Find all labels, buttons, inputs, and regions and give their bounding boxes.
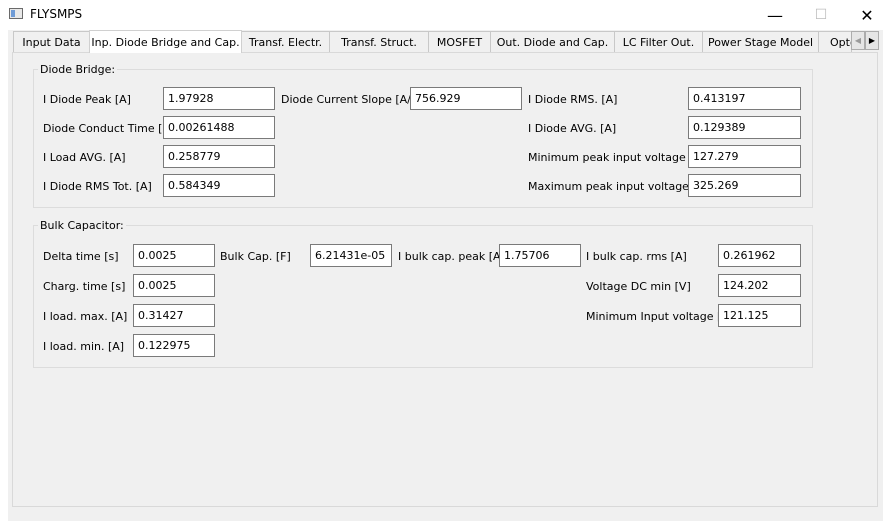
i-diode-rms-tot-field[interactable] bbox=[163, 174, 275, 197]
i-load-avg-label: I Load AVG. [A] bbox=[43, 151, 126, 164]
i-diode-avg-field[interactable] bbox=[688, 116, 801, 139]
max-peak-input-voltage-field[interactable] bbox=[688, 174, 801, 197]
tab-input-data[interactable]: Input Data bbox=[13, 31, 90, 52]
i-bulk-cap-rms-label: I bulk cap. rms [A] bbox=[586, 250, 687, 263]
tab-opto[interactable]: Opto bbox=[818, 31, 852, 52]
min-peak-input-voltage-field[interactable] bbox=[688, 145, 801, 168]
i-load-max-label: I load. max. [A] bbox=[43, 310, 128, 323]
charg-time-label: Charg. time [s] bbox=[43, 280, 126, 293]
i-load-max-field[interactable] bbox=[133, 304, 215, 327]
tab-transf-struct[interactable]: Transf. Struct. bbox=[329, 31, 429, 52]
tab-power-stage-model[interactable]: Power Stage Model bbox=[702, 31, 819, 52]
app-icon bbox=[9, 8, 23, 19]
bulk-capacitor-title: Bulk Capacitor: bbox=[38, 219, 126, 232]
diode-bridge-title: Diode Bridge: bbox=[38, 63, 118, 76]
min-peak-input-voltage-label: Minimum peak input voltage [V] bbox=[528, 151, 706, 164]
tab-inp-diode-bridge-and-cap[interactable]: Inp. Diode Bridge and Cap. bbox=[89, 30, 242, 53]
minimize-button[interactable]: — bbox=[752, 0, 798, 30]
i-diode-peak-field[interactable] bbox=[163, 87, 275, 110]
i-bulk-cap-rms-field[interactable] bbox=[718, 244, 801, 267]
min-input-voltage-label: Minimum Input voltage [V] bbox=[586, 310, 734, 323]
max-peak-input-voltage-label: Maximum peak input voltage [V] bbox=[528, 180, 709, 193]
tab-transf-electr[interactable]: Transf. Electr. bbox=[241, 31, 330, 52]
tab-scroll-right-button[interactable]: ▶ bbox=[865, 31, 879, 50]
chevron-left-icon: ◀ bbox=[854, 36, 862, 45]
tab-label: Transf. Struct. bbox=[341, 35, 417, 49]
voltage-dc-min-field[interactable] bbox=[718, 274, 801, 297]
i-bulk-cap-peak-field[interactable] bbox=[499, 244, 581, 267]
tab-label: Input Data bbox=[22, 35, 81, 49]
tab-label: Opto bbox=[830, 35, 851, 49]
i-load-min-label: I load. min. [A] bbox=[43, 340, 125, 353]
tab-label: Out. Diode and Cap. bbox=[496, 35, 609, 49]
tab-lc-filter-out[interactable]: LC Filter Out. bbox=[614, 31, 703, 52]
diode-current-slope-label: Diode Current Slope [A/s] bbox=[281, 93, 421, 106]
close-button[interactable]: ✕ bbox=[844, 0, 890, 30]
delta-time-field[interactable] bbox=[133, 244, 215, 267]
i-load-avg-field[interactable] bbox=[163, 145, 275, 168]
tab-label: MOSFET bbox=[436, 35, 483, 49]
tab-label: Transf. Electr. bbox=[248, 35, 323, 49]
voltage-dc-min-label: Voltage DC min [V] bbox=[586, 280, 691, 293]
charg-time-field[interactable] bbox=[133, 274, 215, 297]
tab-scroll-left-button[interactable]: ◀ bbox=[851, 31, 865, 50]
bulk-cap-label: Bulk Cap. [F] bbox=[220, 250, 291, 263]
i-diode-avg-label: I Diode AVG. [A] bbox=[528, 122, 617, 135]
i-diode-rms-field[interactable] bbox=[688, 87, 801, 110]
window-title: FLYSMPS bbox=[30, 7, 83, 21]
maximize-icon: ☐ bbox=[814, 7, 828, 23]
maximize-button[interactable]: ☐ bbox=[798, 0, 844, 30]
i-bulk-cap-peak-label: I bulk cap. peak [A] bbox=[398, 250, 505, 263]
i-load-min-field[interactable] bbox=[133, 334, 215, 357]
window-bottom-edge bbox=[8, 515, 883, 521]
tab-mosfet[interactable]: MOSFET bbox=[428, 31, 491, 52]
tab-label: Power Stage Model bbox=[707, 35, 814, 49]
min-input-voltage-field[interactable] bbox=[718, 304, 801, 327]
close-icon: ✕ bbox=[860, 5, 874, 25]
diode-current-slope-field[interactable] bbox=[410, 87, 522, 110]
i-diode-rms-label: I Diode RMS. [A] bbox=[528, 93, 618, 106]
diode-conduct-time-label: Diode Conduct Time [s] bbox=[43, 122, 173, 135]
tab-out-diode-and-cap[interactable]: Out. Diode and Cap. bbox=[490, 31, 615, 52]
chevron-right-icon: ▶ bbox=[868, 36, 876, 45]
title-bar: FLYSMPS — ☐ ✕ bbox=[0, 0, 891, 30]
tab-label: LC Filter Out. bbox=[622, 35, 695, 49]
i-diode-peak-label: I Diode Peak [A] bbox=[43, 93, 131, 106]
diode-conduct-time-field[interactable] bbox=[163, 116, 275, 139]
minimize-icon: — bbox=[767, 5, 783, 25]
tab-label: Inp. Diode Bridge and Cap. bbox=[91, 35, 240, 49]
i-diode-rms-tot-label: I Diode RMS Tot. [A] bbox=[43, 180, 152, 193]
delta-time-label: Delta time [s] bbox=[43, 250, 119, 263]
bulk-cap-field[interactable] bbox=[310, 244, 392, 267]
